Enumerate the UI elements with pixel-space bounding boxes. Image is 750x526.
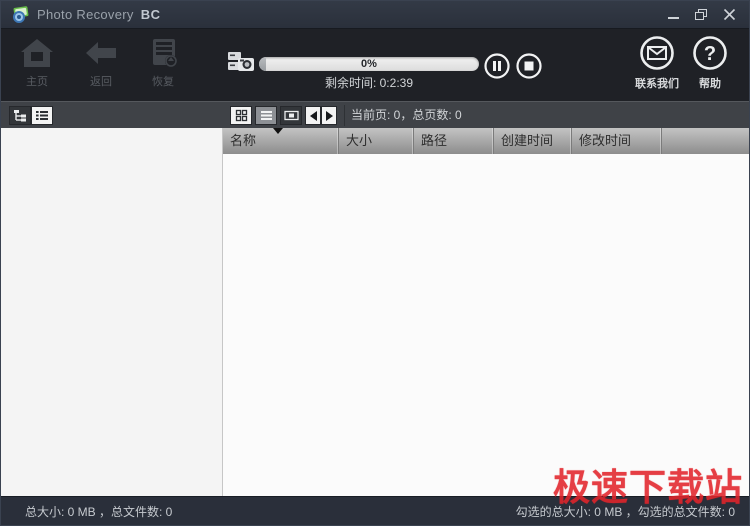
home-label: 主页: [26, 76, 48, 88]
list-panel-toggle[interactable]: [31, 106, 53, 125]
next-page-icon: [325, 110, 333, 121]
prev-page-button[interactable]: [305, 106, 321, 125]
stop-icon: [516, 53, 542, 79]
window-title-suffix: BC: [140, 7, 161, 22]
window-controls: [665, 7, 741, 23]
contact-label: 联系我们: [635, 78, 679, 90]
restore-icon: [695, 9, 707, 20]
minimize-icon: [667, 16, 679, 19]
folder-tree-panel[interactable]: [1, 128, 223, 496]
stop-button[interactable]: [516, 53, 542, 79]
page-status: 当前页: 0，总页数: 0: [351, 108, 462, 122]
column-header-created[interactable]: 创建时间: [494, 128, 572, 154]
main-content: 名称 大小 路径 创建时间 修改时间: [1, 128, 749, 496]
home-icon: [21, 39, 53, 67]
back-label: 返回: [90, 76, 112, 88]
viewbar: 当前页: 0，总页数: 0: [1, 101, 749, 128]
preview-view-button[interactable]: [280, 106, 302, 125]
panel-toggle-group: [9, 106, 53, 125]
thumbnail-view-icon: [235, 109, 247, 122]
pager-group: [305, 106, 337, 125]
svg-text:?: ?: [704, 43, 716, 65]
back-icon: [86, 42, 116, 64]
list-view-button[interactable]: [255, 106, 277, 125]
toolbar: 主页 返回 恢复 0% 剩余时间: 0:2:39 联系我们 ? 帮助: [1, 29, 749, 101]
status-total: 总大小: 0 MB ，总文件数: 0: [25, 504, 173, 519]
list-view-icon: [260, 111, 272, 120]
list-panel-icon: [36, 111, 48, 120]
next-page-button[interactable]: [321, 106, 337, 125]
back-button[interactable]: 返回: [69, 37, 133, 89]
scan-device-icon: [228, 52, 254, 71]
close-button[interactable]: [721, 7, 737, 23]
tree-view-toggle[interactable]: [9, 106, 31, 125]
recover-icon: [153, 39, 177, 67]
restore-button[interactable]: [693, 7, 709, 23]
pause-icon: [484, 53, 510, 79]
sort-arrow-icon: [273, 128, 283, 134]
statusbar: 总大小: 0 MB ，总文件数: 0 勾选的总大小: 0 MB ，勾选的总文件数…: [1, 496, 749, 525]
column-header-modified[interactable]: 修改时间: [572, 128, 662, 154]
help-label: 帮助: [699, 78, 721, 90]
thumbnail-view-button[interactable]: [230, 106, 252, 125]
column-header-size[interactable]: 大小: [339, 128, 414, 154]
table-header: 名称 大小 路径 创建时间 修改时间: [223, 128, 749, 154]
viewbar-separator: [344, 105, 345, 126]
status-selected: 勾选的总大小: 0 MB ，勾选的总文件数: 0: [515, 504, 735, 519]
help-icon: ?: [693, 36, 727, 70]
recover-label: 恢复: [152, 76, 174, 88]
home-button[interactable]: 主页: [5, 37, 69, 89]
app-logo-icon: [13, 5, 29, 23]
photo-recovery-window: Photo Recovery BC 主页 返回 恢复 0% 剩余时间: 0:2:…: [0, 0, 750, 526]
close-icon: [723, 8, 735, 21]
column-header-path[interactable]: 路径: [414, 128, 494, 154]
pause-button[interactable]: [484, 53, 510, 79]
tree-view-icon: [14, 110, 26, 122]
file-list-panel: 名称 大小 路径 创建时间 修改时间: [223, 128, 749, 496]
help-button[interactable]: ? 帮助: [682, 35, 738, 91]
remaining-time: 剩余时间: 0:2:39: [324, 76, 414, 90]
column-header-filler: [662, 128, 749, 154]
file-list-body[interactable]: [223, 154, 749, 496]
mail-icon: [640, 36, 674, 70]
titlebar: Photo Recovery BC: [1, 1, 749, 29]
progress-percent: 0%: [361, 58, 377, 70]
window-title: Photo Recovery: [37, 7, 134, 22]
preview-view-icon: [283, 110, 299, 121]
minimize-button[interactable]: [665, 7, 681, 23]
view-mode-group: [230, 106, 302, 125]
prev-page-icon: [309, 110, 317, 121]
recover-button[interactable]: 恢复: [131, 37, 195, 89]
